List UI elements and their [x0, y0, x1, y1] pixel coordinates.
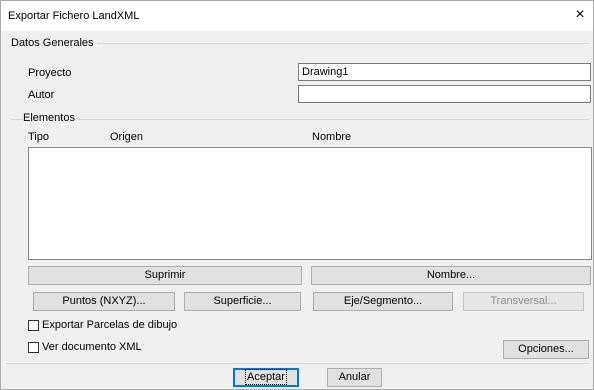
group-divider-elementos	[11, 119, 589, 120]
autor-label: Autor	[28, 89, 55, 101]
group-title-elementos: Elementos	[23, 112, 78, 124]
column-header-tipo[interactable]: Tipo	[28, 131, 49, 143]
eje-segmento-button-label: Eje/Segmento...	[343, 295, 423, 307]
nombre-button-label: Nombre...	[426, 269, 476, 281]
superficie-button[interactable]: Superficie...	[184, 292, 301, 311]
footer-divider	[6, 363, 589, 364]
export-landxml-dialog: Exportar Fichero LandXML × Datos General…	[0, 0, 594, 390]
suprimir-button[interactable]: Suprimir	[28, 266, 302, 285]
dialog-title: Exportar Fichero LandXML	[8, 10, 140, 22]
proyecto-field[interactable]: Drawing1	[298, 63, 591, 81]
group-title-general: Datos Generales	[11, 37, 97, 49]
opciones-button-label: Opciones...	[518, 343, 574, 355]
opciones-button[interactable]: Opciones...	[503, 340, 589, 359]
aceptar-button-label: Aceptar	[245, 369, 287, 385]
column-header-origen[interactable]: Origen	[110, 131, 143, 143]
ver-xml-checkbox[interactable]	[28, 342, 39, 353]
ver-xml-checkbox-label[interactable]: Ver documento XML	[42, 341, 142, 353]
autor-field[interactable]	[298, 85, 591, 103]
proyecto-label: Proyecto	[28, 67, 72, 79]
eje-segmento-button[interactable]: Eje/Segmento...	[313, 292, 453, 311]
anular-button[interactable]: Anular	[327, 368, 382, 387]
aceptar-button[interactable]: Aceptar	[233, 368, 299, 387]
title-bar[interactable]: Exportar Fichero LandXML ×	[1, 1, 593, 31]
superficie-button-label: Superficie...	[213, 295, 272, 307]
close-icon[interactable]: ×	[571, 6, 589, 24]
group-divider-general	[11, 43, 589, 44]
parcelas-checkbox-label[interactable]: Exportar Parcelas de dibujo	[42, 319, 177, 331]
transversal-button[interactable]: Transversal...	[463, 292, 584, 311]
parcelas-checkbox[interactable]	[28, 320, 39, 331]
nombre-button[interactable]: Nombre...	[311, 266, 591, 285]
elementos-list[interactable]	[28, 147, 592, 260]
puntos-button[interactable]: Puntos (NXYZ)...	[33, 292, 175, 311]
column-header-nombre[interactable]: Nombre	[312, 131, 351, 143]
puntos-button-label: Puntos (NXYZ)...	[62, 295, 146, 307]
transversal-button-label: Transversal...	[490, 295, 557, 307]
suprimir-button-label: Suprimir	[144, 269, 186, 281]
anular-button-label: Anular	[338, 371, 371, 383]
